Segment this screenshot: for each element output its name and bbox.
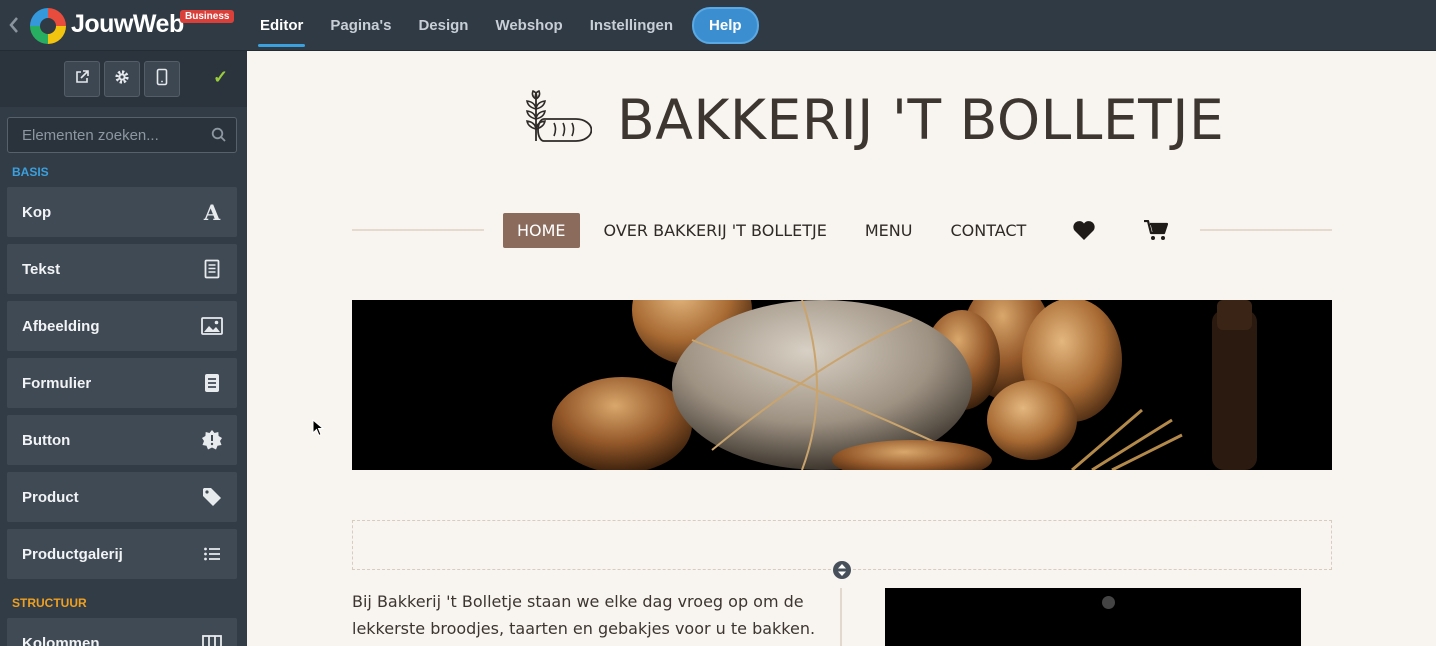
element-search — [7, 117, 237, 153]
mobile-view-button[interactable] — [144, 61, 180, 97]
preview-button[interactable] — [64, 61, 100, 97]
element-button[interactable]: Button — [7, 415, 237, 465]
site-menu-menu[interactable]: MENU — [865, 221, 913, 240]
bread-wheat-logo-icon[interactable] — [522, 89, 593, 150]
form-icon — [201, 372, 223, 394]
top-bar: JouwWeb Business Editor Pagina's Design … — [0, 0, 1436, 51]
element-label: Tekst — [22, 260, 61, 278]
intro-paragraph[interactable]: Bij Bakkerij 't Bolletje staan we elke d… — [352, 588, 832, 642]
element-product-gallery[interactable]: Productgalerij — [7, 529, 237, 579]
video-loading-icon — [1102, 596, 1115, 609]
help-button[interactable]: Help — [692, 7, 759, 44]
site-menu-home[interactable]: HOME — [503, 213, 580, 248]
element-label: Productgalerij — [22, 545, 123, 563]
site-menu-contact[interactable]: CONTACT — [950, 221, 1026, 240]
mouse-cursor-icon — [312, 418, 325, 442]
jouwweb-logo-icon — [30, 8, 66, 44]
column-divider[interactable] — [840, 588, 842, 646]
plan-badge: Business — [180, 10, 235, 23]
gear-icon — [114, 69, 130, 90]
external-link-icon — [74, 69, 90, 90]
element-image[interactable]: Afbeelding — [7, 301, 237, 351]
section-basis-heading: BASIS — [12, 165, 49, 179]
element-product[interactable]: Product — [7, 472, 237, 522]
site-title[interactable]: BAKKERIJ 'T BOLLETJE — [617, 88, 1224, 152]
element-heading[interactable]: Kop A — [7, 187, 237, 237]
cart-icon[interactable] — [1144, 220, 1169, 241]
element-sidebar: ✓ BASIS Kop A Tekst Afbeelding Formulier… — [0, 51, 247, 646]
heart-icon[interactable] — [1072, 220, 1096, 241]
brand-name: JouwWeb — [71, 10, 184, 38]
list-icon — [201, 543, 223, 565]
hero-bread-image[interactable] — [352, 300, 1332, 470]
image-icon — [201, 315, 223, 337]
video-embed[interactable] — [885, 588, 1301, 646]
element-columns[interactable]: Kolommen — [7, 618, 237, 646]
nav-webshop[interactable]: Webshop — [495, 17, 562, 34]
back-chevron-icon[interactable] — [8, 15, 20, 35]
heading-icon: A — [203, 199, 221, 225]
nav-settings[interactable]: Instellingen — [590, 17, 673, 34]
element-search-input[interactable] — [8, 118, 208, 152]
element-form[interactable]: Formulier — [7, 358, 237, 408]
tag-icon — [201, 486, 223, 508]
menu-divider-right — [1200, 229, 1332, 231]
element-label: Product — [22, 488, 79, 506]
text-icon — [201, 258, 223, 280]
mobile-icon — [156, 68, 168, 91]
element-label: Kolommen — [22, 634, 100, 646]
element-label: Button — [22, 431, 71, 449]
search-icon — [211, 127, 227, 148]
columns-icon — [201, 632, 223, 646]
sidebar-toolbar: ✓ — [0, 51, 247, 107]
element-label: Kop — [22, 203, 52, 221]
button-icon — [201, 429, 223, 451]
menu-divider-left — [352, 229, 484, 231]
resize-handle-icon[interactable] — [833, 561, 851, 579]
element-label: Formulier — [22, 374, 92, 392]
main-nav: Editor Pagina's Design Webshop Instellin… — [257, 0, 759, 51]
nav-editor[interactable]: Editor — [257, 17, 306, 47]
element-label: Afbeelding — [22, 317, 100, 335]
element-text[interactable]: Tekst — [7, 244, 237, 294]
site-navigation: HOME OVER BAKKERIJ 'T BOLLETJE MENU CONT… — [503, 213, 1169, 248]
nav-pages[interactable]: Pagina's — [330, 17, 391, 34]
nav-design[interactable]: Design — [418, 17, 468, 34]
website-canvas: BAKKERIJ 'T BOLLETJE HOME OVER BAKKERIJ … — [247, 51, 1436, 646]
site-menu-about[interactable]: OVER BAKKERIJ 'T BOLLETJE — [604, 221, 827, 240]
settings-button[interactable] — [104, 61, 140, 97]
confirm-check-icon[interactable]: ✓ — [213, 67, 228, 88]
section-structure-heading: STRUCTUUR — [12, 596, 87, 610]
